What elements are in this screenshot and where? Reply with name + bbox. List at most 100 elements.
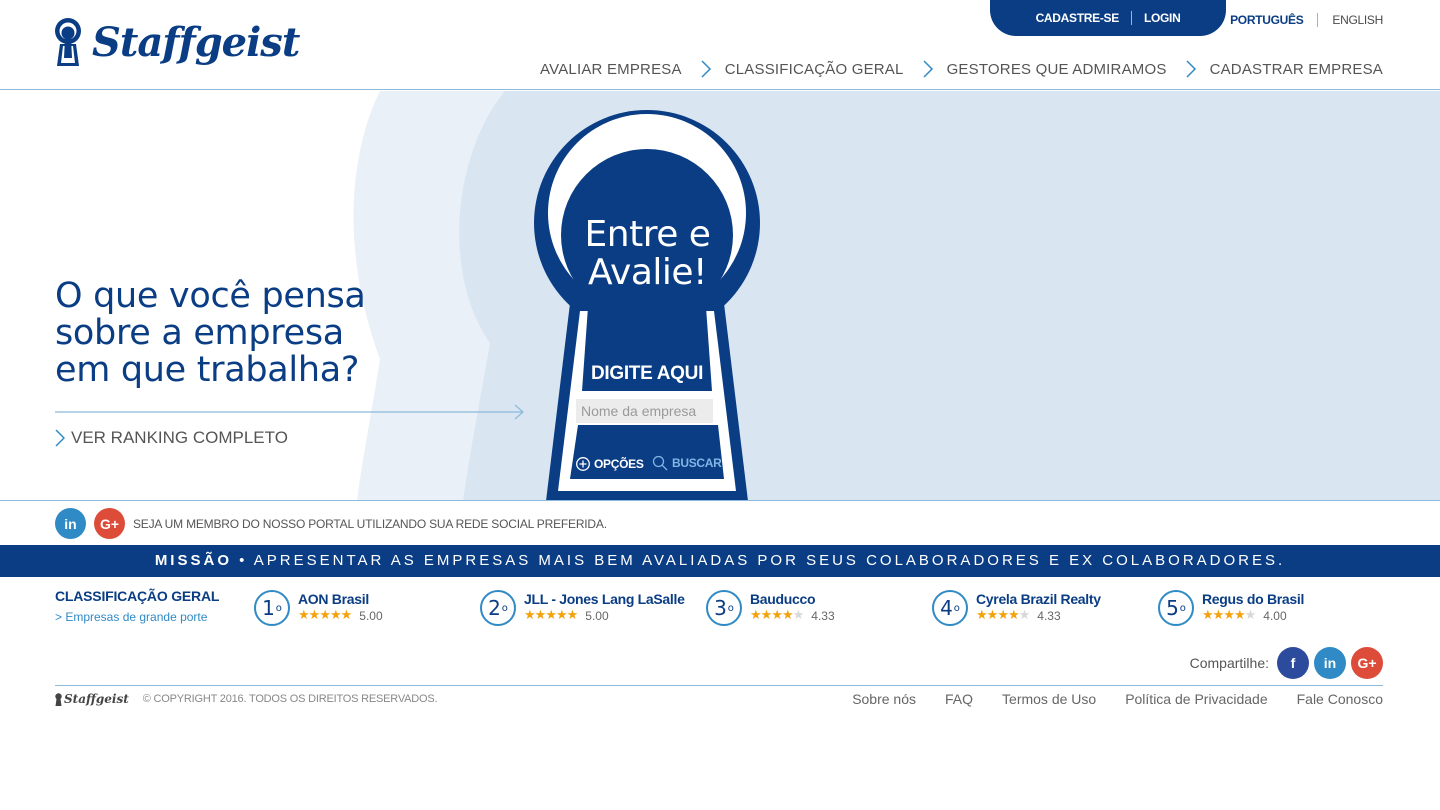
- nav-item-classificacao-geral[interactable]: CLASSIFICAÇÃO GERAL: [725, 61, 904, 78]
- star-filled-icon: ★: [1212, 608, 1225, 623]
- linkedin-icon[interactable]: in: [55, 508, 86, 539]
- star-filled-icon: ★: [781, 608, 794, 623]
- footer-link-contact[interactable]: Fale Conosco: [1297, 691, 1383, 707]
- share-label: Compartilhe:: [1189, 655, 1269, 671]
- ranking-position-badge: 3o: [706, 590, 742, 626]
- star-filled-icon: ★: [1007, 608, 1020, 623]
- copyright-text: © COPYRIGHT 2016. TODOS OS DIREITOS RESE…: [142, 693, 438, 705]
- chevron-right-icon: [55, 429, 65, 447]
- star-filled-icon: ★: [524, 608, 536, 623]
- star-filled-icon: ★: [298, 608, 310, 623]
- ranking-item[interactable]: 4o Cyrela Brazil Realty ★★★★★ 4.33: [932, 590, 1101, 626]
- keyhole-logo-icon: [55, 692, 62, 706]
- chevron-right-icon: [701, 60, 711, 78]
- googleplus-icon[interactable]: G+: [1351, 647, 1383, 679]
- mission-label: MISSÃO: [154, 552, 232, 569]
- footer-link-about[interactable]: Sobre nós: [852, 691, 916, 707]
- rating-score: 4.33: [811, 608, 835, 623]
- company-rating: ★★★★★ 4.33: [750, 608, 835, 623]
- star-filled-icon: ★: [1223, 608, 1235, 623]
- position-ordinal: o: [501, 602, 508, 614]
- position-ordinal: o: [953, 602, 960, 614]
- company-name: AON Brasil: [298, 591, 369, 607]
- ranking-item[interactable]: 1o AON Brasil ★★★★★ 5.00: [254, 590, 383, 626]
- star-filled-icon: ★: [750, 608, 762, 623]
- view-full-ranking-label: VER RANKING COMPLETO: [71, 428, 288, 447]
- ranking-header: CLASSIFICAÇÃO GERAL > Empresas de grande…: [55, 588, 219, 624]
- position-number: 2: [488, 596, 501, 620]
- nav-item-avaliar-empresa[interactable]: AVALIAR EMPRESA: [540, 61, 682, 78]
- search-button[interactable]: BUSCAR: [652, 455, 722, 471]
- options-label: OPÇÕES: [594, 457, 644, 471]
- ranking-position-badge: 1o: [254, 590, 290, 626]
- star-empty-icon: ★: [1018, 608, 1031, 623]
- star-rating: ★★★★★: [298, 608, 352, 623]
- signup-link[interactable]: CADASTRE-SE: [1024, 11, 1131, 25]
- rating-score: 5.00: [359, 608, 383, 623]
- footer-link-privacy[interactable]: Política de Privacidade: [1125, 691, 1267, 707]
- company-search-input[interactable]: [576, 399, 713, 423]
- ranking-title[interactable]: CLASSIFICAÇÃO GERAL: [55, 588, 219, 604]
- search-label: BUSCAR: [672, 456, 722, 470]
- star-filled-icon: ★: [771, 608, 783, 623]
- star-filled-icon: ★: [555, 608, 568, 623]
- ranking-position-badge: 2o: [480, 590, 516, 626]
- account-tab: CADASTRE-SE LOGIN: [990, 0, 1226, 36]
- footer-link-faq[interactable]: FAQ: [945, 691, 973, 707]
- star-filled-icon: ★: [976, 608, 988, 623]
- ranking-item[interactable]: 3o Bauducco ★★★★★ 4.33: [706, 590, 835, 626]
- footer-logo[interactable]: Staffgeist: [55, 692, 129, 706]
- headline-line: sobre a empresa: [55, 313, 344, 353]
- site-header: Staffgeist CADASTRE-SE LOGIN PORTUGUÊS E…: [0, 0, 1440, 90]
- hero-section: O que você pensa sobre a empresa em que …: [0, 91, 1440, 501]
- star-filled-icon: ★: [329, 608, 342, 623]
- company-rating: ★★★★★ 5.00: [524, 608, 685, 623]
- keyhole-graphic: [534, 110, 760, 500]
- position-number: 4: [940, 596, 953, 620]
- options-button[interactable]: OPÇÕES: [575, 456, 644, 472]
- star-filled-icon: ★: [1233, 608, 1246, 623]
- language-english[interactable]: ENGLISH: [1318, 13, 1383, 27]
- footer-links: Sobre nós FAQ Termos de Uso Política de …: [823, 691, 1383, 707]
- main-nav: AVALIAR EMPRESA CLASSIFICAÇÃO GERAL GEST…: [540, 60, 1383, 78]
- star-rating: ★★★★★: [524, 608, 579, 623]
- facebook-icon[interactable]: f: [1277, 647, 1309, 679]
- footer-link-terms[interactable]: Termos de Uso: [1002, 691, 1096, 707]
- star-filled-icon: ★: [545, 608, 557, 623]
- star-filled-icon: ★: [1202, 608, 1214, 623]
- chevron-right-icon: [1186, 60, 1196, 78]
- social-login-text: SEJA UM MEMBRO DO NOSSO PORTAL UTILIZAND…: [133, 516, 607, 531]
- star-filled-icon: ★: [319, 608, 331, 623]
- arrow-right-icon: [55, 404, 524, 420]
- brand-logo[interactable]: Staffgeist: [54, 18, 300, 68]
- nav-item-gestores[interactable]: GESTORES QUE ADMIRAMOS: [947, 61, 1167, 78]
- position-ordinal: o: [1179, 602, 1186, 614]
- star-rating: ★★★★★: [1202, 608, 1256, 623]
- login-link[interactable]: LOGIN: [1132, 11, 1193, 25]
- language-portuguese[interactable]: PORTUGUÊS: [1216, 13, 1317, 27]
- ranking-category-link[interactable]: > Empresas de grande porte: [55, 610, 219, 624]
- rating-score: 5.00: [585, 608, 609, 623]
- ranking-item[interactable]: 5o Regus do Brasil ★★★★★ 4.00: [1158, 590, 1304, 626]
- search-prompt: DIGITE AQUI: [590, 363, 704, 384]
- star-filled-icon: ★: [566, 608, 579, 623]
- position-number: 1: [262, 596, 275, 620]
- company-name: Regus do Brasil: [1202, 591, 1305, 607]
- search-icon: [652, 455, 668, 471]
- position-ordinal: o: [275, 602, 282, 614]
- ranking-item[interactable]: 2o JLL - Jones Lang LaSalle ★★★★★ 5.00: [480, 590, 685, 626]
- linkedin-icon[interactable]: in: [1314, 647, 1346, 679]
- company-name: Bauducco: [750, 591, 816, 607]
- star-rating: ★★★★★: [750, 608, 804, 623]
- share-bar: Compartilhe: f in G+: [1190, 647, 1383, 679]
- footer-brand: Staffgeist: [64, 692, 129, 706]
- keyhole-title-line: Avalie!: [588, 252, 707, 293]
- chevron-right-icon: [923, 60, 933, 78]
- footer-left: Staffgeist © COPYRIGHT 2016. TODOS OS DI…: [55, 692, 438, 706]
- mission-banner: MISSÃO • APRESENTAR AS EMPRESAS MAIS BEM…: [0, 545, 1440, 577]
- headline-line: em que trabalha?: [55, 350, 360, 390]
- googleplus-icon[interactable]: G+: [94, 508, 125, 539]
- nav-item-cadastrar-empresa[interactable]: CADASTRAR EMPRESA: [1210, 61, 1383, 78]
- view-full-ranking-link[interactable]: VER RANKING COMPLETO: [55, 428, 288, 448]
- ranking-strip: CLASSIFICAÇÃO GERAL > Empresas de grande…: [0, 586, 1440, 636]
